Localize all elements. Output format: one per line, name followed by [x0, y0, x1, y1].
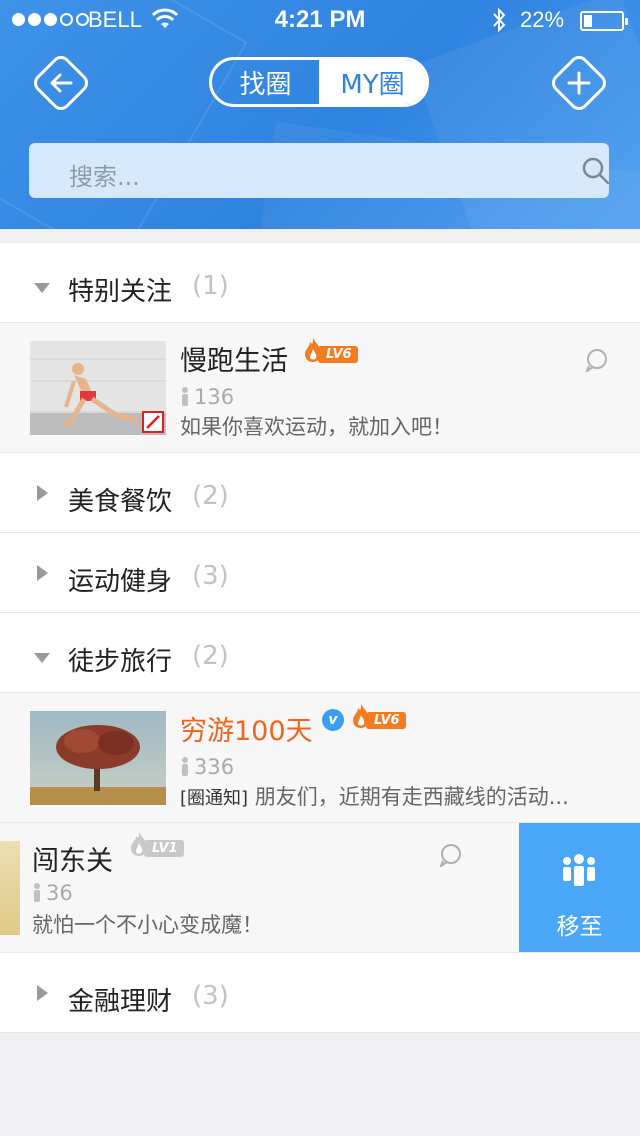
circle-item-budget-travel[interactable]: 穷游100天 v LV6 336 [圈通知] 朋友们，近期有走西藏线的活动...: [0, 693, 640, 823]
chat-bubble-icon[interactable]: [583, 348, 611, 372]
bluetooth-icon: [493, 7, 506, 33]
no-entry-icon: [142, 411, 164, 433]
group-count: (2): [192, 641, 229, 671]
move-to-button[interactable]: 移至: [519, 823, 640, 952]
status-bar: BELL 4:21 PM 22%: [0, 0, 640, 40]
group-header-food[interactable]: 美食餐饮 (2): [0, 453, 640, 533]
tab-find-circle[interactable]: 找圈: [212, 60, 319, 104]
verified-icon: v: [322, 709, 344, 731]
search-placeholder: 搜索...: [69, 163, 140, 191]
person-icon: [34, 883, 40, 902]
member-count-value: 36: [46, 881, 73, 905]
arrow-left-icon: [50, 73, 73, 93]
flame-icon: [131, 832, 148, 856]
group-title: 运动健身: [68, 567, 173, 597]
circle-description: 就怕一个不小心变成魔！: [32, 913, 263, 937]
add-circle-button[interactable]: [547, 51, 611, 115]
group-count: (3): [192, 981, 229, 1011]
circle-thumbnail: [30, 341, 166, 435]
level-badge: LV6: [302, 338, 358, 365]
group-count: (2): [192, 481, 229, 511]
notice-text: 朋友们，近期有走西藏线的活动...: [254, 785, 569, 809]
person-icon: [182, 757, 188, 776]
group-title: 美食餐饮: [68, 487, 173, 517]
group-header-hiking[interactable]: 徒步旅行 (2): [0, 613, 640, 693]
group-count: (1): [192, 271, 229, 301]
collapsed-arrow-icon: [37, 485, 48, 501]
level-badge: LV1: [128, 832, 184, 859]
flame-icon: [353, 704, 370, 728]
group-title: 徒步旅行: [68, 647, 173, 677]
circle-thumbnail: [30, 711, 166, 805]
search-icon[interactable]: [582, 157, 610, 185]
member-count-value: 336: [194, 755, 235, 779]
collapsed-arrow-icon: [37, 985, 48, 1001]
back-button[interactable]: [29, 51, 93, 115]
group-title: 特别关注: [68, 277, 173, 307]
header: BELL 4:21 PM 22% 找圈 MY圈 搜索...: [0, 0, 640, 229]
flame-icon: [305, 338, 322, 362]
expanded-arrow-icon: [34, 653, 50, 663]
circle-description: [圈通知] 朋友们，近期有走西藏线的活动...: [180, 781, 569, 811]
circle-tab-switcher: 找圈 MY圈: [209, 57, 429, 107]
level-badge: LV6: [350, 704, 406, 731]
chat-bubble-icon[interactable]: [437, 843, 465, 867]
notice-tag: [圈通知]: [180, 788, 249, 809]
collapsed-arrow-icon: [37, 565, 48, 581]
circle-thumbnail: [0, 841, 20, 935]
group-count: (3): [192, 561, 229, 591]
plus-icon: [567, 71, 591, 95]
group-users-icon: [563, 854, 595, 886]
group-title: 金融理财: [68, 987, 173, 1017]
move-to-label: 移至: [556, 914, 603, 940]
circle-description: 如果你喜欢运动，就加入吧！: [180, 415, 453, 439]
circle-name: 闯东关: [32, 846, 113, 877]
group-header-special[interactable]: 特别关注 (1): [0, 243, 640, 323]
person-icon: [182, 387, 188, 406]
member-count: 336: [180, 755, 234, 779]
circle-item-chuangdongguan[interactable]: 闯东关 LV1 36 就怕一个不小心变成魔！ 移至: [0, 823, 640, 953]
search-input[interactable]: 搜索...: [29, 143, 610, 198]
member-count-value: 136: [194, 385, 235, 409]
expanded-arrow-icon: [34, 283, 50, 293]
member-count: 136: [180, 385, 234, 409]
tab-my-circle[interactable]: MY圈: [319, 60, 426, 104]
circle-name: 慢跑生活: [180, 346, 288, 377]
circle-name: 穷游100天: [180, 716, 313, 747]
member-count: 36: [32, 881, 73, 905]
group-header-fitness[interactable]: 运动健身 (3): [0, 533, 640, 613]
circle-list: 特别关注 (1) 慢跑生活 LV6 136 如果你喜欢运动，就加入吧！ 美食餐饮…: [0, 243, 640, 1033]
battery-percent: 22%: [520, 7, 565, 32]
group-header-finance[interactable]: 金融理财 (3): [0, 953, 640, 1033]
battery-icon: [580, 11, 628, 31]
circle-item-jogging[interactable]: 慢跑生活 LV6 136 如果你喜欢运动，就加入吧！: [0, 323, 640, 453]
